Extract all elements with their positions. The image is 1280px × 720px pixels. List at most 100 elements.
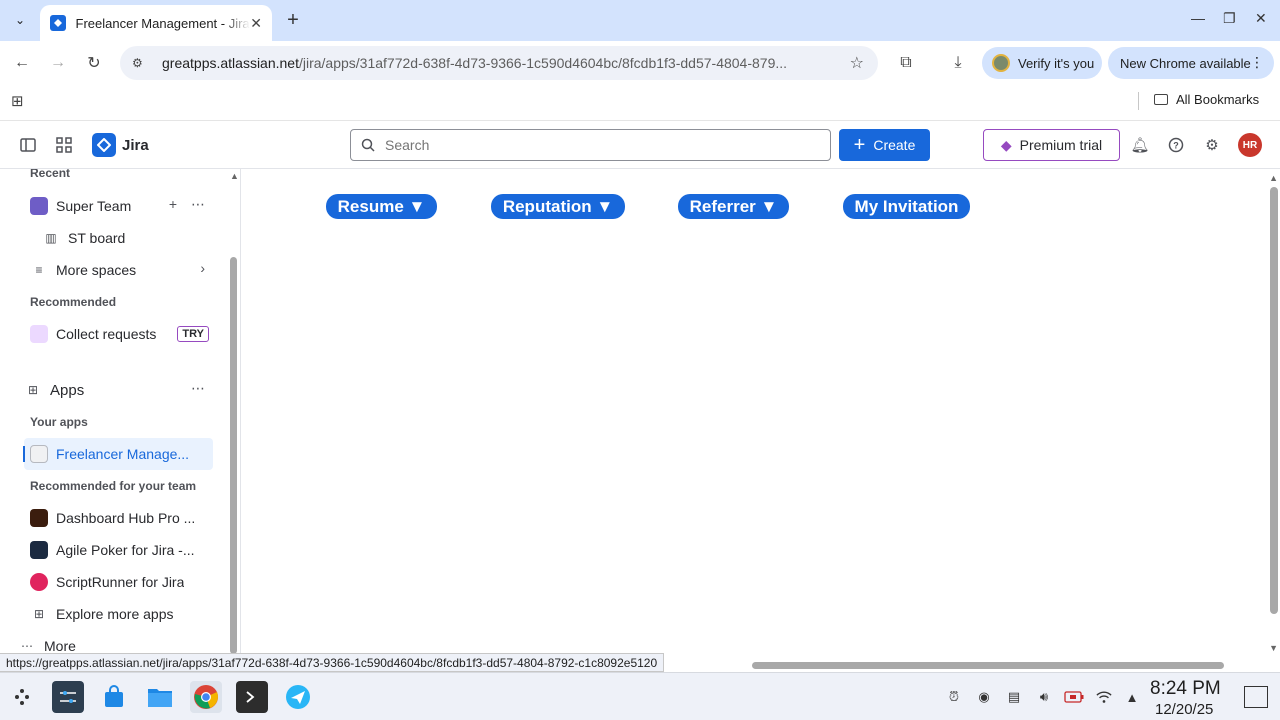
- bookmarks-separator: [1138, 92, 1139, 110]
- tab-search-icon[interactable]: ⌄: [8, 9, 32, 31]
- more-actions-icon[interactable]: ⋯: [191, 196, 205, 213]
- profile-avatar-icon: [992, 54, 1010, 72]
- sidebar-scrollbar[interactable]: ▲: [229, 169, 239, 654]
- file-manager-icon[interactable]: [144, 681, 176, 713]
- chrome-update-button[interactable]: New Chrome available ⋮: [1108, 47, 1274, 79]
- horizontal-scrollbar[interactable]: [752, 662, 1224, 669]
- bookmark-star-icon[interactable]: ☆: [850, 53, 864, 73]
- settings-gear-icon[interactable]: ⚙: [1202, 135, 1222, 155]
- agile-poker-icon: [30, 541, 48, 559]
- sidebar-item-scriptrunner[interactable]: ScriptRunner for Jira: [24, 566, 213, 598]
- search-icon: [361, 138, 375, 152]
- show-desktop-button[interactable]: [1244, 686, 1268, 708]
- site-info-icon[interactable]: ⚙: [132, 56, 148, 70]
- browser-tab-strip: ⌄ Freelancer Management - Jira ✕ + — ❐ ✕: [0, 0, 1280, 41]
- jira-logo-icon: [92, 133, 116, 157]
- os-taskbar: ⏰︎ ◉ ▤ 🔊︎ ▲ 8:24 PM 12/20/25: [0, 672, 1280, 720]
- sidebar-toggle-icon[interactable]: [18, 135, 38, 155]
- jira-logo[interactable]: Jira: [92, 133, 149, 157]
- wifi-icon[interactable]: [1096, 689, 1112, 705]
- help-icon[interactable]: ?: [1166, 135, 1186, 155]
- product-name: Jira: [122, 136, 149, 154]
- user-avatar[interactable]: HR: [1238, 133, 1262, 157]
- search-input[interactable]: [385, 137, 805, 153]
- kebab-menu-icon[interactable]: ⋮: [1250, 54, 1264, 71]
- address-url[interactable]: greatpps.atlassian.net/jira/apps/31af772…: [162, 55, 842, 71]
- sidebar-item-more-spaces[interactable]: ≡ More spaces ›: [24, 254, 213, 286]
- close-window-icon[interactable]: ✕: [1255, 10, 1267, 27]
- sidebar-item-agile-poker[interactable]: Agile Poker for Jira -...: [24, 534, 213, 566]
- verify-profile-button[interactable]: Verify it's you: [982, 47, 1102, 79]
- launcher-icon[interactable]: [6, 681, 38, 713]
- recommended-heading: Recommended: [30, 295, 117, 309]
- reputation-dropdown-button[interactable]: Reputation ▼: [491, 194, 625, 219]
- clock-time[interactable]: 8:24 PM: [1150, 678, 1221, 700]
- tab-close-icon[interactable]: ✕: [250, 15, 262, 32]
- minimize-icon[interactable]: —: [1191, 10, 1205, 26]
- reload-icon[interactable]: ↻: [84, 53, 104, 73]
- create-button[interactable]: + Create: [839, 129, 930, 161]
- volume-icon[interactable]: 🔊︎: [1036, 689, 1052, 705]
- apps-icon: ⊞: [27, 383, 39, 397]
- main-scrollbar[interactable]: [1270, 187, 1278, 614]
- dashboard-hub-icon: [30, 509, 48, 527]
- apps-grid-icon[interactable]: ⊞: [11, 92, 24, 110]
- add-plus-icon[interactable]: +: [169, 196, 177, 212]
- scroll-up-icon[interactable]: ▲: [230, 171, 239, 181]
- collect-requests-icon: [30, 325, 48, 343]
- plus-icon: +: [853, 134, 866, 156]
- chrome-taskbar-icon[interactable]: [190, 681, 222, 713]
- restore-icon[interactable]: ❐: [1223, 10, 1236, 27]
- sidebar-item-freelancer-management[interactable]: Freelancer Manage...: [23, 438, 213, 470]
- clock-date[interactable]: 12/20/25: [1155, 701, 1213, 718]
- battery-icon[interactable]: [1064, 689, 1084, 705]
- settings-app-icon[interactable]: [52, 681, 84, 713]
- recent-heading: Recent: [30, 169, 71, 180]
- forward-icon[interactable]: →: [48, 53, 68, 73]
- search-box[interactable]: [350, 129, 831, 161]
- sidebar-scroll-thumb[interactable]: [230, 257, 237, 654]
- notifications-bell-icon[interactable]: 🔔︎: [1130, 135, 1150, 155]
- tab-title: Freelancer Management - Jira: [75, 15, 250, 31]
- resume-dropdown-button[interactable]: Resume ▼: [326, 194, 437, 219]
- extensions-icon[interactable]: ⧉: [896, 53, 916, 73]
- scriptrunner-icon: [30, 573, 48, 591]
- folder-icon: [1154, 94, 1168, 105]
- clipboard-icon[interactable]: ▤: [1006, 689, 1022, 705]
- try-badge: TRY: [177, 326, 209, 342]
- new-tab-icon[interactable]: +: [282, 9, 304, 31]
- sidebar-item-apps[interactable]: ⊞ Apps ⋯: [18, 374, 207, 406]
- alarm-icon[interactable]: ⏰︎: [946, 689, 962, 705]
- all-bookmarks-button[interactable]: All Bookmarks: [1154, 92, 1259, 107]
- tray-expand-icon[interactable]: ▲: [1124, 689, 1140, 705]
- jira-top-nav: Jira + Create ◆ Premium trial 🔔︎ ? ⚙ HR: [0, 121, 1280, 169]
- sidebar-item-collect-requests[interactable]: Collect requests TRY: [24, 318, 213, 350]
- plane-app-icon[interactable]: [282, 681, 314, 713]
- premium-trial-button[interactable]: ◆ Premium trial: [983, 129, 1120, 161]
- explore-apps-icon: ⊞: [33, 607, 45, 621]
- broken-image-icon: [30, 445, 48, 463]
- apps-more-icon[interactable]: ⋯: [191, 380, 205, 397]
- main-scroll-up-icon[interactable]: ▲: [1269, 173, 1278, 183]
- sidebar-item-dashboard-hub[interactable]: Dashboard Hub Pro ...: [24, 502, 213, 534]
- app-switcher-icon[interactable]: [54, 135, 74, 155]
- store-bag-icon[interactable]: [98, 681, 130, 713]
- referrer-dropdown-button[interactable]: Referrer ▼: [678, 194, 789, 219]
- jira-sidebar: Recent Super Team + ⋯ ▥ ST board ≡ More …: [0, 169, 241, 654]
- browser-tab-active[interactable]: Freelancer Management - Jira ✕: [40, 5, 272, 41]
- sidebar-item-st-board[interactable]: ▥ ST board: [24, 222, 213, 254]
- main-scroll-down-icon[interactable]: ▼: [1269, 643, 1278, 653]
- address-bar[interactable]: ⚙ greatpps.atlassian.net/jira/apps/31af7…: [120, 46, 878, 80]
- download-icon[interactable]: ⤓: [948, 53, 968, 73]
- back-icon[interactable]: ←: [12, 53, 32, 73]
- sidebar-item-explore-apps[interactable]: ⊞ Explore more apps: [24, 598, 213, 630]
- sidebar-item-more[interactable]: ⋯ More: [12, 630, 201, 654]
- browser-toolbar: ← → ↻ ⚙ greatpps.atlassian.net/jira/apps…: [0, 41, 1280, 85]
- your-apps-heading: Your apps: [30, 415, 88, 429]
- my-invitation-button[interactable]: My Invitation: [843, 194, 970, 219]
- more-dots-icon: ⋯: [21, 639, 33, 653]
- terminal-icon[interactable]: [236, 681, 268, 713]
- update-icon[interactable]: ◉: [976, 689, 992, 705]
- sidebar-item-super-team[interactable]: Super Team + ⋯: [24, 190, 213, 222]
- recommended-team-heading: Recommended for your team: [30, 479, 197, 493]
